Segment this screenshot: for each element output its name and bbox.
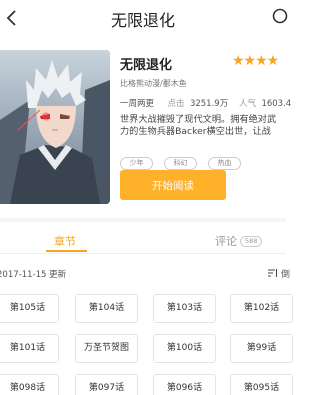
tab-divider	[0, 253, 286, 254]
clicks-label: 点击	[167, 99, 185, 109]
chapter-button[interactable]: 第102话	[230, 294, 293, 323]
chapter-button[interactable]: 第104话	[75, 294, 138, 323]
header-bar: 无限退化	[0, 0, 289, 38]
cover-illustration	[0, 50, 110, 204]
chapter-button[interactable]: 第095话	[230, 374, 293, 395]
rating-stars: ★★★★	[232, 53, 279, 69]
update-frequency: 一周两更	[120, 99, 155, 109]
sort-icon[interactable]	[268, 268, 278, 278]
chapter-button[interactable]: 第097话	[75, 374, 138, 395]
chapter-button[interactable]: 第99话	[230, 334, 293, 363]
comic-cover-image[interactable]	[0, 50, 110, 204]
stats-row: 一周两更 点击 3251.9万 人气 1603.4	[120, 97, 291, 109]
chapter-button[interactable]: 第100话	[153, 334, 216, 363]
description-line: 力的生物兵器Backer横空出世，让战	[120, 126, 271, 137]
search-icon[interactable]	[271, 7, 289, 27]
description-line: 世界大战摧毁了现代文明。拥有绝对武	[120, 114, 277, 125]
active-tab-indicator	[46, 250, 87, 252]
tab-comments-label: 评论	[215, 235, 237, 248]
comment-count-badge: 588	[240, 236, 263, 247]
clicks-value: 3251.9万	[189, 99, 229, 109]
tag-chip[interactable]: 少年	[120, 157, 153, 170]
chapter-button[interactable]: 第103话	[153, 294, 216, 323]
chapter-button[interactable]: 第096话	[153, 374, 216, 395]
sort-label[interactable]: 倒	[281, 267, 290, 280]
chapter-button[interactable]: 万圣节贺图	[75, 334, 138, 363]
tab-chapters[interactable]: 章节	[54, 233, 76, 249]
chapter-button[interactable]: 第101话	[0, 334, 59, 363]
tag-chip[interactable]: 科幻	[164, 157, 197, 170]
tag-chip[interactable]: 热血	[208, 157, 241, 170]
description: 世界大战摧毁了现代文明。拥有绝对武 力的生物兵器Backer横空出世，让战	[120, 114, 320, 138]
comic-info-panel: 无限退化 ★★★★ 比格熊动漫/鄱木鱼 一周两更 点击 3251.9万 人气 1…	[120, 53, 291, 200]
start-reading-button[interactable]: 开始阅读	[120, 170, 226, 200]
tab-comments[interactable]: 评论 588	[215, 233, 263, 249]
author-label: 比格熊动漫/鄱木鱼	[120, 79, 187, 88]
page-title: 无限退化	[110, 11, 175, 30]
chapter-button[interactable]: 第098话	[0, 374, 59, 395]
tag-list: 少年 科幻 热血	[120, 150, 252, 170]
chapter-button[interactable]: 第105话	[0, 294, 59, 323]
popularity-value: 1603.4	[261, 99, 292, 109]
popularity-label: 人气	[239, 99, 257, 109]
update-date: 2017-11-15 更新	[0, 270, 67, 280]
tab-bar: 章节 评论 588	[0, 222, 286, 252]
